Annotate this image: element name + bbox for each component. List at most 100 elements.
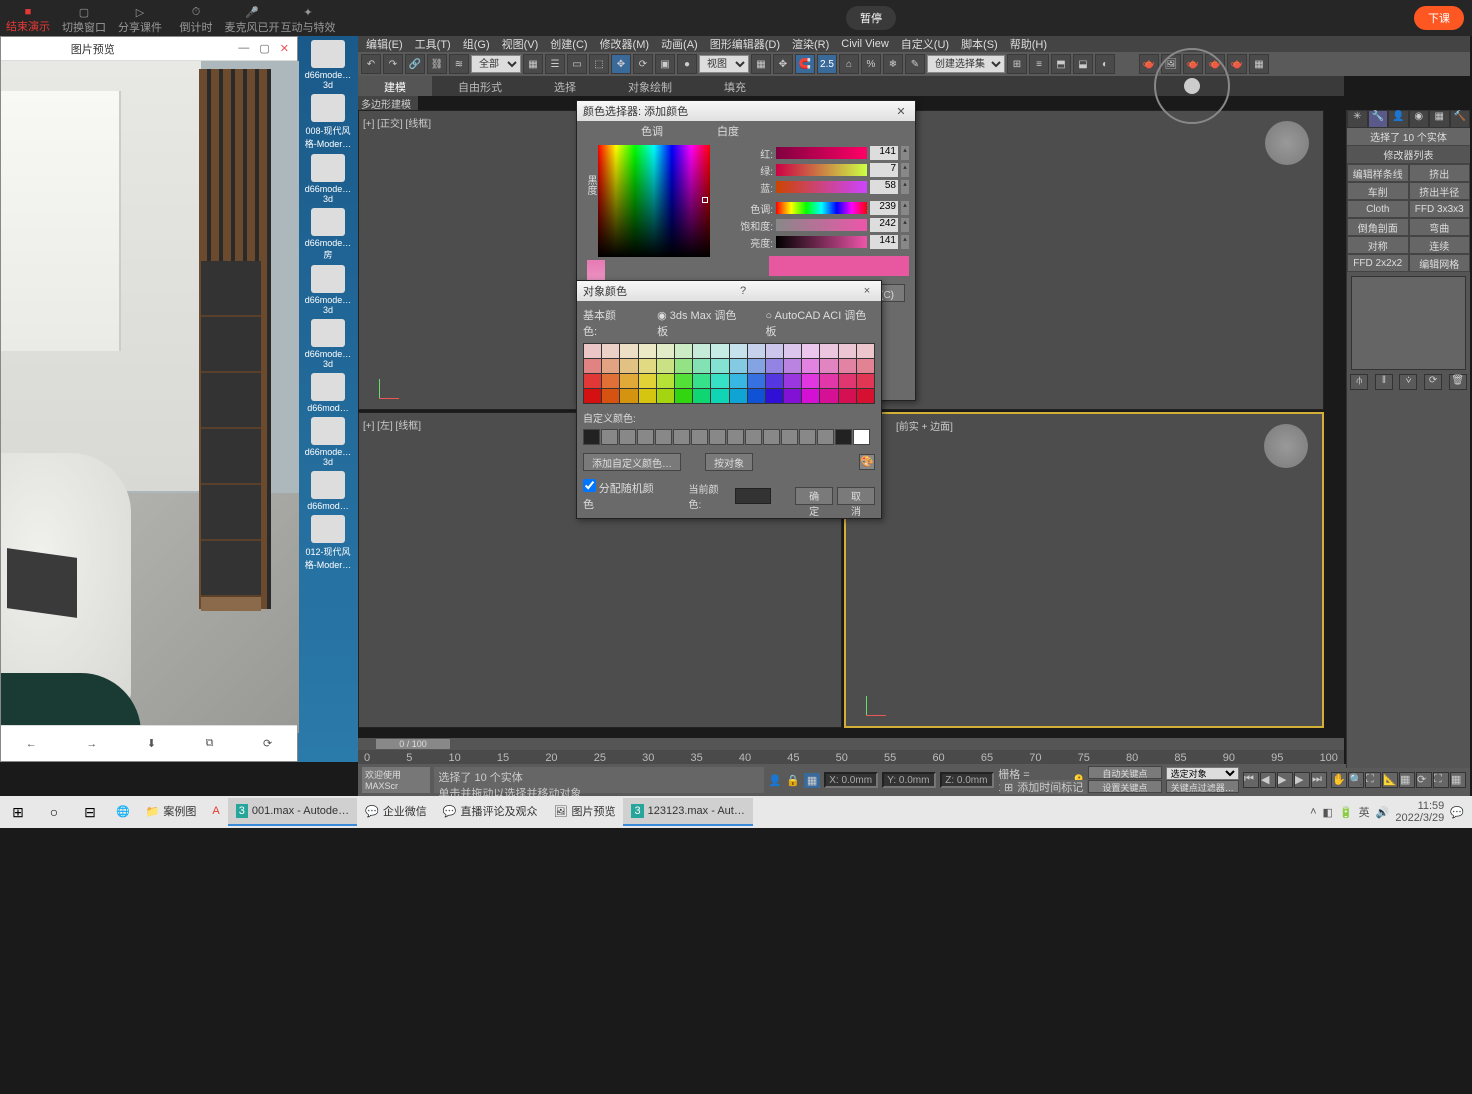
ribbon-tab-populate[interactable]: 填充 [698,76,772,96]
palette-swatch[interactable] [839,344,856,358]
close-button[interactable]: ✕ [280,42,289,55]
desktop-icon[interactable]: d66mod… [301,373,355,413]
custom-swatch[interactable] [583,429,600,445]
tray-ime[interactable]: 英 [1359,804,1370,820]
viewport-bottom-right[interactable]: [前实 + 边面] [844,412,1324,728]
palette-swatch[interactable] [620,344,637,358]
task-view-button[interactable]: ⊟ [72,804,108,821]
palette-swatch[interactable] [675,344,692,358]
palette-swatch[interactable] [730,359,747,373]
add-custom-color-button[interactable]: 添加自定义颜色… [583,453,681,471]
ref-coord-button[interactable]: ● [677,54,697,74]
steering-wheel[interactable] [1142,42,1242,122]
lock-icon[interactable]: 👤 [768,774,782,787]
palette-swatch[interactable] [766,374,783,388]
palette-swatch[interactable] [693,374,710,388]
custom-swatch[interactable] [853,429,870,445]
palette-swatch[interactable] [766,359,783,373]
ribbon-tab-paint[interactable]: 对象绘制 [602,76,698,96]
by-object-button[interactable]: 按对象 [705,453,753,471]
desktop-icon[interactable]: 012-现代风格-Moder… [301,515,355,571]
palette-swatch[interactable] [784,359,801,373]
palette-swatch[interactable] [639,344,656,358]
palette-swatch[interactable] [602,359,619,373]
palette-swatch[interactable] [748,344,765,358]
custom-swatch[interactable] [709,429,726,445]
percent-snap-button[interactable]: ⌂ [839,54,859,74]
mod-sweep[interactable]: 挤出半径 [1409,182,1471,200]
sat-slider[interactable] [776,219,867,231]
blue-slider[interactable] [776,181,867,193]
desktop-icon[interactable]: d66mode… 3d [301,319,355,369]
red-spinner[interactable]: ▴ [901,146,909,160]
viewport-label[interactable]: [前实 + 边面] [892,414,957,437]
viewcube[interactable] [1265,121,1309,165]
time-ruler[interactable]: 0510152025303540455055606570758085909510… [358,750,1344,764]
palette-swatch[interactable] [820,359,837,373]
mod-shell[interactable]: 连续 [1409,236,1471,254]
palette-swatch[interactable] [675,374,692,388]
dialog-titlebar[interactable]: 对象颜色 ? × [577,281,881,301]
next-frame-button[interactable]: ▶ [1294,772,1310,788]
desktop-icon[interactable]: 008-现代风格-Moder… [301,94,355,150]
tray-icon[interactable]: ◧ [1323,806,1333,819]
select-name-button[interactable]: ☰ [545,54,565,74]
custom-swatch[interactable] [601,429,618,445]
mod-extrude[interactable]: 挤出 [1409,164,1471,182]
show-result-button[interactable]: ‖ [1375,374,1393,390]
manip-button[interactable]: ✥ [773,54,793,74]
menu-graph[interactable]: 图形编辑器(D) [710,36,780,52]
taskbar-3dsmax2[interactable]: 3 123123.max - Aut… [623,798,752,826]
palette-swatch[interactable] [766,344,783,358]
menu-modifiers[interactable]: 修改器(M) [600,36,650,52]
angle-snap-button[interactable]: 2.5 [817,54,837,74]
menu-render[interactable]: 渲染(R) [792,36,829,52]
custom-swatch[interactable] [691,429,708,445]
setkey-button[interactable]: 设置关键点 [1088,780,1161,793]
palette-swatch[interactable] [675,389,692,403]
ribbon-tab-freeform[interactable]: 自由形式 [432,76,528,96]
mod-cloth[interactable]: Cloth [1347,200,1409,218]
palette-swatch[interactable] [857,359,874,373]
palette-swatch[interactable] [657,344,674,358]
zoom-ext-button[interactable]: ▦ [1399,772,1415,788]
palette-swatch[interactable] [839,389,856,403]
time-tag-icon[interactable]: ⊞ [1004,781,1013,794]
orbit-button[interactable]: ⟳ [1416,772,1432,788]
menu-customize[interactable]: 自定义(U) [901,36,949,52]
pivot-button[interactable]: ▦ [751,54,771,74]
palette-swatch[interactable] [839,374,856,388]
snap-toggle-button[interactable]: 🧲 [795,54,815,74]
palette-swatch[interactable] [857,374,874,388]
palette-swatch[interactable] [730,374,747,388]
goto-start-button[interactable]: ⏮ [1243,772,1259,788]
tray-clock[interactable]: 11:592022/3/29 [1395,800,1444,824]
play-button[interactable]: ▶ [1277,772,1293,788]
switch-window-button[interactable]: ▢切换窗口 [56,2,112,35]
palette-swatch[interactable] [657,359,674,373]
tab-create[interactable]: ✳ [1347,110,1368,128]
max-palette-radio[interactable]: 3ds Max 调色板 [657,310,736,338]
palette-swatch[interactable] [766,389,783,403]
val-spinner[interactable]: ▴ [901,235,909,249]
tab-hierarchy[interactable]: 👤 [1388,110,1409,128]
timer-button[interactable]: ⏱倒计时 [168,2,224,35]
custom-swatch[interactable] [835,429,852,445]
unique-button[interactable]: ⩒ [1399,374,1417,390]
menu-create[interactable]: 创建(C) [550,36,587,52]
taskbar-app1[interactable]: A [204,798,227,826]
prev-image-button[interactable]: ← [26,738,37,750]
spinner-snap-button[interactable]: % [861,54,881,74]
prev-frame-button[interactable]: ◀ [1260,772,1276,788]
palette-swatch[interactable] [748,374,765,388]
palette-swatch[interactable] [584,344,601,358]
selection-set-dropdown[interactable]: 创建选择集 [927,55,1005,73]
cancel-button[interactable]: 取消 [837,487,875,505]
custom-swatch[interactable] [655,429,672,445]
lock-selection-button[interactable]: 🔒 [786,774,800,787]
green-spinner[interactable]: ▴ [901,163,909,177]
palette-swatch[interactable] [730,389,747,403]
palette-swatch[interactable] [820,374,837,388]
palette-swatch[interactable] [802,359,819,373]
tab-display[interactable]: ▦ [1429,110,1450,128]
